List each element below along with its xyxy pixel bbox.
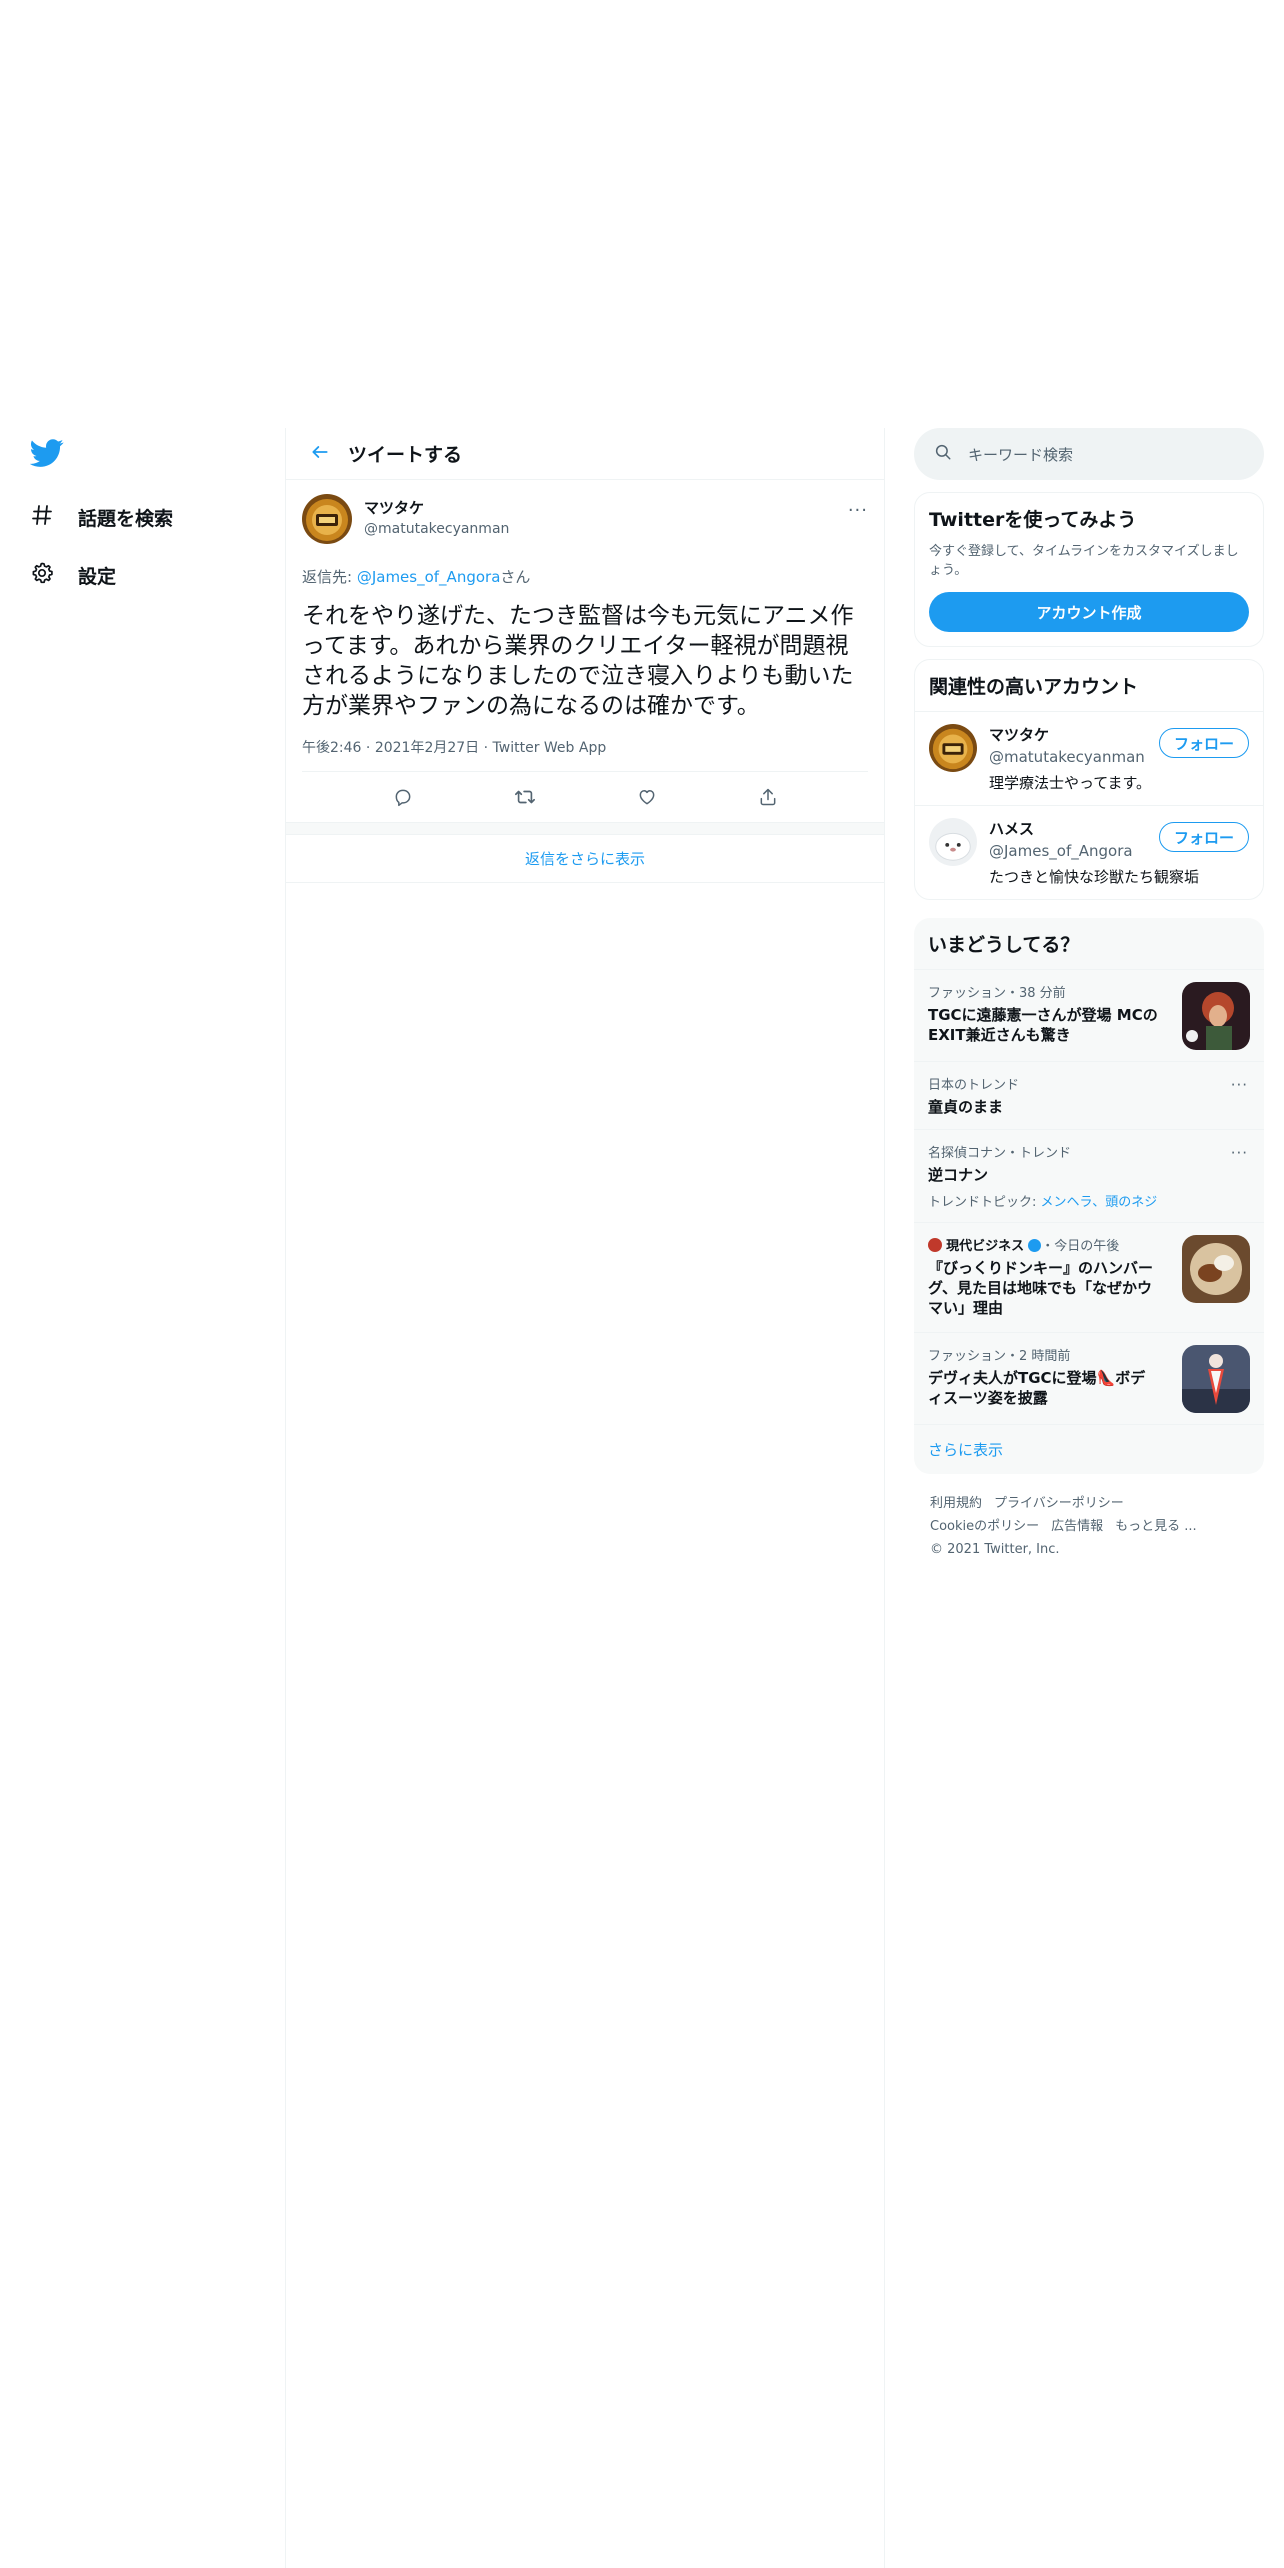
show-more-replies-link[interactable]: 返信をさらに表示 [286, 835, 884, 883]
tweet-text: それをやり遂げた、たつき監督は今も元気にアニメ作ってます。あれから業界のクリエイ… [302, 603, 854, 719]
trends-card: いまどうしてる？ ファッション・38 分前 TGCに遠藤憲一さんが登場 MCのE… [914, 918, 1264, 1474]
account-handle[interactable]: @matutakecyanman [989, 748, 1151, 766]
avatar[interactable] [929, 818, 977, 866]
nav-item-label: 設定 [78, 565, 117, 588]
trend-item[interactable]: 日本のトレンド 童貞のまま ··· [914, 1061, 1264, 1129]
signup-card: Twitterを使ってみよう 今すぐ登録して、タイムラインをカスタマイズしましょ… [914, 492, 1264, 647]
trends-title: いまどうしてる？ [928, 934, 1080, 956]
account-name[interactable]: マツタケ [989, 724, 1151, 745]
trend-category: 名探偵コナン・トレンド [928, 1146, 1072, 1161]
tweet: マツタケ @matutakecyanman ··· 返信先: @James_of… [286, 480, 884, 823]
trend-topics-links[interactable]: メンヘラ、頭のネジ [1041, 1195, 1158, 1210]
reply-to: 返信先: @James_of_Angoraさん [302, 566, 868, 587]
search-placeholder: キーワード検索 [968, 445, 1074, 464]
like-heart-icon[interactable] [637, 787, 657, 807]
footer-link-ads[interactable]: 広告情報 [1051, 1519, 1103, 1534]
footer-link-cookies[interactable]: Cookieのポリシー [930, 1519, 1039, 1534]
retweet-icon[interactable] [514, 786, 536, 808]
author-handle[interactable]: @matutakecyanman [364, 521, 509, 537]
avatar[interactable] [302, 494, 352, 544]
trend-topics: トレンドトピック: メンヘラ、頭のネジ [928, 1191, 1250, 1210]
account-bio: 理学療法士やってます。 [989, 774, 1152, 792]
reply-handle-link[interactable]: @James_of_Angora [357, 568, 501, 586]
follow-button[interactable]: フォロー [1158, 728, 1249, 758]
reply-suffix: さん [500, 568, 531, 586]
nav-item-label: 話題を検索 [78, 507, 174, 530]
gear-icon [30, 561, 54, 589]
related-accounts-card: 関連性の高いアカウント マツタケ @matutakecyanman 理学療法士や… [914, 659, 1264, 900]
footer: 利用規約 プライバシーポリシー Cookieのポリシー 広告情報 もっと見る ... … [914, 1474, 1264, 1561]
trend-item[interactable]: 名探偵コナン・トレンド 逆コナン トレンドトピック: メンヘラ、頭のネジ ··· [914, 1129, 1264, 1222]
trend-category: 日本のトレンド [928, 1078, 1020, 1093]
trend-thumbnail [1182, 1345, 1250, 1413]
tweet-source[interactable]: Twitter Web App [493, 740, 607, 756]
signup-description: 今すぐ登録して、タイムラインをカスタマイズしましょう。 [929, 544, 1239, 578]
tweet-actions [302, 772, 868, 822]
account-row[interactable]: ハメス @James_of_Angora たつきと愉快な珍獣たち観察垢 フォロー [915, 806, 1263, 899]
more-options-icon[interactable]: ··· [1231, 1076, 1248, 1094]
trend-thumbnail [1182, 982, 1250, 1050]
publisher-name: 現代ビジネス [946, 1239, 1025, 1254]
trend-title: TGCに遠藤憲一さんが登場 MCのEXIT兼近さんも驚き [928, 1006, 1158, 1044]
footer-link-terms[interactable]: 利用規約 [930, 1496, 982, 1511]
show-more-trends-link[interactable]: さらに表示 [914, 1424, 1264, 1474]
tweet-author: マツタケ @matutakecyanman ··· [302, 494, 868, 544]
reply-prefix: 返信先: [302, 568, 357, 586]
footer-link-more[interactable]: もっと見る ... [1115, 1519, 1197, 1534]
verified-badge-icon [1028, 1239, 1042, 1252]
hashtag-icon [30, 503, 54, 531]
back-button[interactable] [294, 442, 346, 466]
tweet-date[interactable]: 2021年2月27日 [375, 740, 479, 756]
create-account-button[interactable]: アカウント作成 [929, 592, 1249, 632]
tweet-time[interactable]: 午後2:46 [302, 740, 361, 756]
trend-topics-label: トレンドトピック: [928, 1195, 1041, 1210]
page-title: ツイートする [348, 444, 463, 466]
follow-button[interactable]: フォロー [1158, 822, 1249, 852]
search-icon [934, 443, 952, 465]
page-header: ツイートする [286, 428, 884, 480]
signup-title: Twitterを使ってみよう [929, 509, 1137, 531]
author-name[interactable]: マツタケ [364, 497, 509, 518]
copyright: © 2021 Twitter, Inc. [930, 1542, 1060, 1557]
section-separator [286, 823, 884, 835]
trend-item[interactable]: 現代ビジネス ・今日の午後 『びっくりドンキー』のハンバーグ、見た目は地味でも「… [914, 1222, 1264, 1332]
account-bio: たつきと愉快な珍獣たち観察垢 [989, 868, 1200, 886]
related-accounts-title: 関連性の高いアカウント [915, 660, 1263, 712]
trend-title: 童貞のまま [928, 1098, 1004, 1116]
trend-title: デヴィ夫人がTGCに登場👠ボディスーツ姿を披露 [928, 1369, 1146, 1407]
column-divider [884, 428, 885, 2568]
trend-title: 『びっくりドンキー』のハンバーグ、見た目は地味でも「なぜかウマい」理由 [928, 1259, 1154, 1317]
twitter-logo-icon[interactable] [29, 436, 64, 470]
left-navigation: 話題を検索 設定 [0, 428, 285, 604]
trend-item[interactable]: ファッション・38 分前 TGCに遠藤憲一さんが登場 MCのEXIT兼近さんも驚… [914, 969, 1264, 1061]
account-row[interactable]: マツタケ @matutakecyanman 理学療法士やってます。 フォロー [915, 712, 1263, 806]
publisher-logo-icon [928, 1238, 942, 1252]
trend-thumbnail [1182, 1235, 1250, 1303]
nav-item-settings[interactable]: 設定 [0, 546, 285, 604]
search-input[interactable]: キーワード検索 [914, 428, 1264, 480]
footer-link-privacy[interactable]: プライバシーポリシー [994, 1496, 1124, 1511]
trend-item[interactable]: ファッション・2 時間前 デヴィ夫人がTGCに登場👠ボディスーツ姿を披露 [914, 1332, 1264, 1424]
trend-time: ・今日の午後 [1041, 1239, 1120, 1254]
right-sidebar: キーワード検索 Twitterを使ってみよう 今すぐ登録して、タイムラインをカス… [914, 428, 1264, 1561]
main-column: ツイートする マツタケ @matutakecyanman ··· 返信先: @J… [286, 428, 884, 883]
tweet-meta: 午後2:46 · 2021年2月27日 · Twitter Web App [302, 737, 868, 772]
trend-title: 逆コナン [928, 1166, 989, 1184]
more-options-icon[interactable]: ··· [1231, 1144, 1248, 1162]
reply-icon[interactable] [393, 787, 413, 807]
arrow-left-icon [310, 442, 330, 466]
avatar[interactable] [929, 724, 977, 772]
nav-item-explore[interactable]: 話題を検索 [0, 488, 285, 546]
share-icon[interactable] [758, 787, 778, 807]
more-options-icon[interactable]: ··· [848, 500, 868, 521]
